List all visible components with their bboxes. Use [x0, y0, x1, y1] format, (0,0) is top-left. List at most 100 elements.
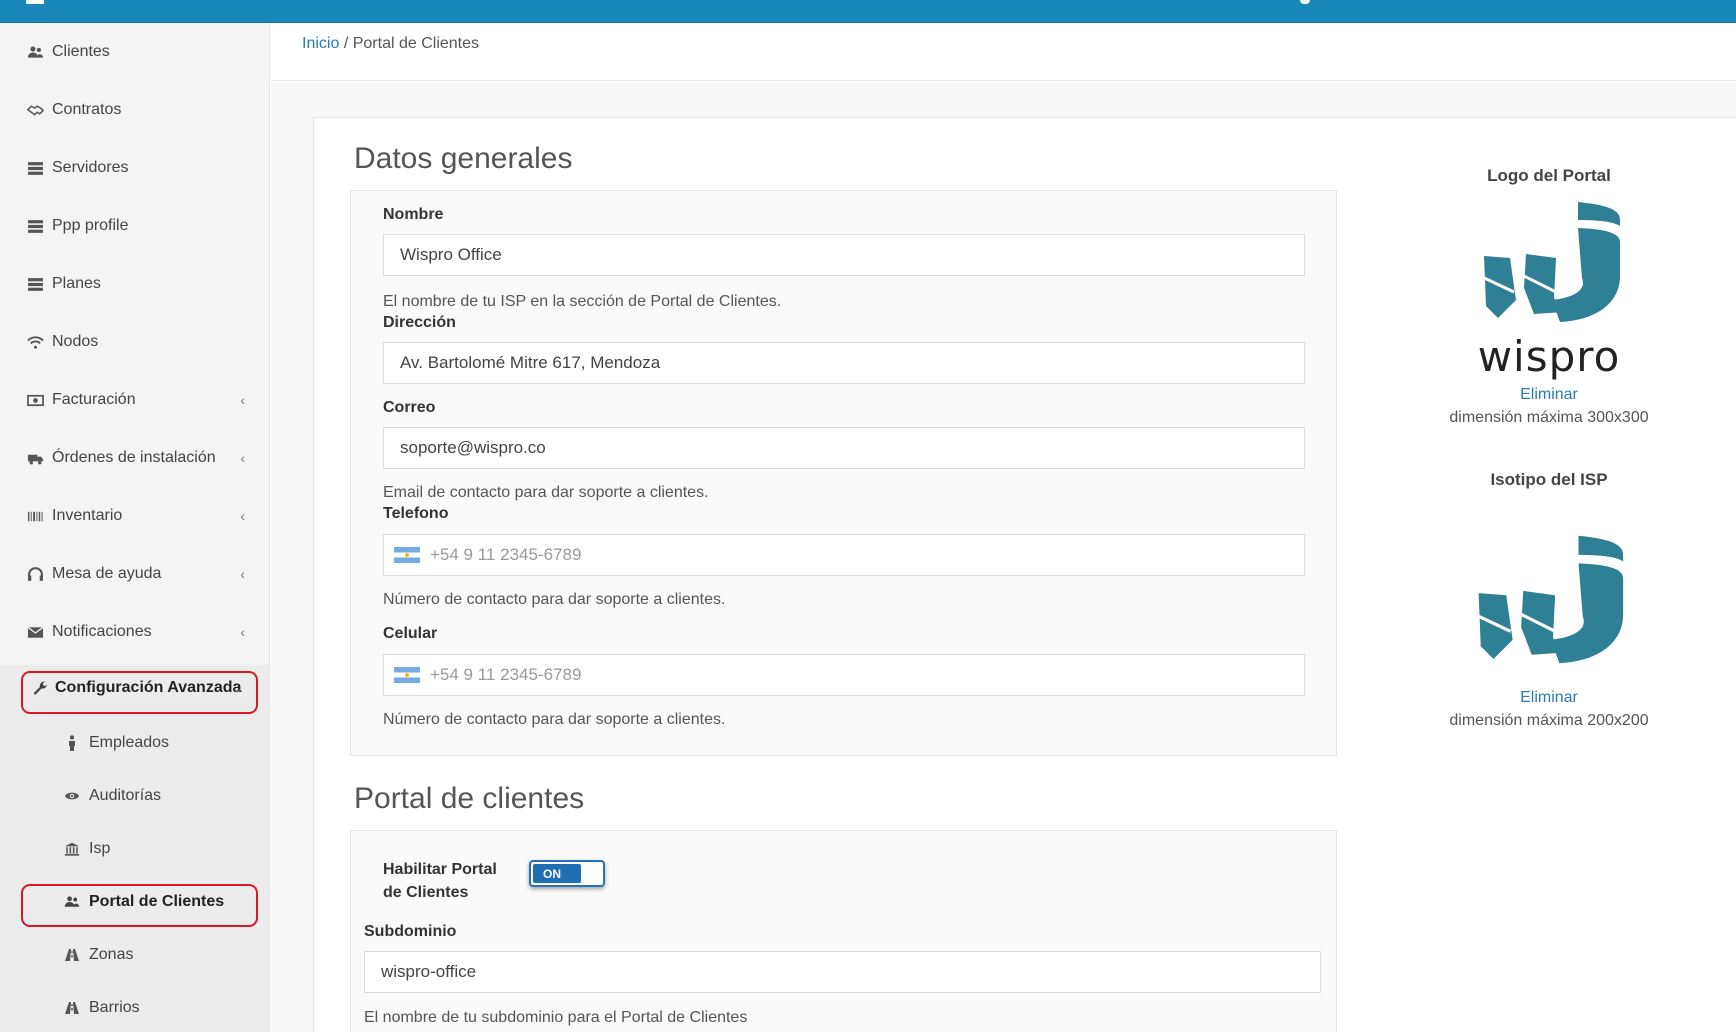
- sidebar-item-label: Nodos: [52, 333, 99, 350]
- eliminar-logo-portal-link[interactable]: Eliminar: [1429, 386, 1669, 404]
- eliminar-isotipo-link[interactable]: Eliminar: [1429, 689, 1669, 707]
- truck-icon: [25, 450, 45, 467]
- submenu-item-auditorias[interactable]: Auditorías: [0, 770, 269, 822]
- telefono-placeholder: +54 9 11 2345-6789: [430, 545, 582, 564]
- sidebar-item-label: Órdenes de instalación: [52, 449, 216, 466]
- subdominio-input[interactable]: wispro-office: [364, 951, 1321, 993]
- sidebar-item-configuracion-avanzada[interactable]: Configuración Avanzada ⌄: [0, 665, 269, 711]
- server-icon: [25, 218, 45, 235]
- habilitar-portal-label-line2: de Clientes: [383, 884, 469, 901]
- barcode-icon: [25, 508, 45, 525]
- telefono-help-text: Número de contacto para dar soporte a cl…: [383, 591, 726, 608]
- submenu-item-label: Barrios: [89, 999, 140, 1016]
- user-menu-icon[interactable]: [1300, 0, 1310, 4]
- nombre-label: Nombre: [383, 206, 444, 223]
- submenu-item-label: Zonas: [89, 946, 134, 963]
- server-icon: [25, 160, 45, 177]
- isp-isotipo-image: [1468, 528, 1638, 673]
- sidebar-item-servidores[interactable]: Servidores: [0, 139, 269, 197]
- wispro-logo-icon: [1479, 202, 1620, 322]
- celular-placeholder: +54 9 11 2345-6789: [430, 665, 582, 684]
- celular-help-text: Número de contacto para dar soporte a cl…: [383, 711, 726, 728]
- habilitar-portal-toggle[interactable]: ON: [529, 860, 605, 887]
- top-navbar: [0, 0, 1736, 23]
- direccion-label: Dirección: [383, 314, 456, 331]
- sidebar-item-planes[interactable]: Planes: [0, 255, 269, 313]
- settings-card: Datos generales Nombre Wispro Office El …: [313, 117, 1736, 1032]
- sidebar-item-mesa-de-ayuda[interactable]: Mesa de ayuda ‹: [0, 545, 269, 603]
- sidebar-item-inventario[interactable]: Inventario ‹: [0, 487, 269, 545]
- sidebar-item-notificaciones[interactable]: Notificaciones ‹: [0, 603, 269, 661]
- sidebar-item-label: Clientes: [52, 43, 110, 60]
- chevron-left-icon: ‹: [240, 508, 245, 524]
- correo-input[interactable]: soporte@wispro.co: [383, 427, 1305, 469]
- telefono-input[interactable]: +54 9 11 2345-6789: [383, 534, 1305, 576]
- direccion-input[interactable]: Av. Bartolomé Mitre 617, Mendoza: [383, 342, 1305, 384]
- portal-de-clientes-panel: Habilitar Portal de Clientes ON Subdomin…: [350, 830, 1337, 1032]
- sidebar-item-label: Notificaciones: [52, 623, 152, 640]
- sidebar-item-contratos[interactable]: Contratos: [0, 81, 269, 139]
- sidebar-item-label: Servidores: [52, 159, 129, 176]
- breadcrumb-home-link[interactable]: Inicio: [302, 35, 339, 52]
- sidebar-item-label: Facturación: [52, 391, 136, 408]
- sidebar-item-ordenes[interactable]: Órdenes de instalación ‹: [0, 429, 269, 487]
- sidebar-item-facturacion[interactable]: Facturación ‹: [0, 371, 269, 429]
- sidebar-item-label: Mesa de ayuda: [52, 565, 162, 582]
- sidebar-item-label: Planes: [52, 275, 101, 292]
- submenu-item-portal-de-clientes[interactable]: Portal de Clientes: [0, 876, 269, 928]
- nombre-input[interactable]: Wispro Office: [383, 234, 1305, 276]
- breadcrumb: Inicio / Portal de Clientes: [271, 23, 1736, 81]
- sidebar-item-label: Contratos: [52, 101, 122, 118]
- hamburger-icon[interactable]: [26, 0, 44, 4]
- celular-input[interactable]: +54 9 11 2345-6789: [383, 654, 1305, 696]
- envelope-icon: [25, 624, 45, 641]
- portal-logo-image: [1474, 198, 1634, 328]
- sidebar-item-clientes[interactable]: Clientes: [0, 23, 269, 81]
- users-icon: [63, 894, 81, 910]
- logo-portal-title: Logo del Portal: [1487, 166, 1611, 185]
- celular-label: Celular: [383, 625, 438, 642]
- correo-help-text: Email de contacto para dar soporte a cli…: [383, 484, 709, 501]
- submenu-item-isp[interactable]: Isp: [0, 823, 269, 875]
- chevron-left-icon: ‹: [240, 392, 245, 408]
- main-content: Inicio / Portal de Clientes Datos genera…: [271, 23, 1736, 1032]
- handshake-icon: [25, 102, 45, 119]
- sidebar-item-label: Inventario: [52, 507, 123, 524]
- sidebar-item-nodos[interactable]: Nodos: [0, 313, 269, 371]
- datos-generales-panel: Nombre Wispro Office El nombre de tu ISP…: [350, 190, 1337, 756]
- isotipo-isp-title: Isotipo del ISP: [1490, 470, 1608, 489]
- sidebar-item-ppp-profile[interactable]: Ppp profile: [0, 197, 269, 255]
- section-title-portal-de-clientes: Portal de clientes: [354, 782, 585, 815]
- submenu-item-label: Empleados: [89, 734, 170, 751]
- wrench-icon: [30, 680, 50, 697]
- money-icon: [25, 392, 45, 409]
- submenu-item-empleados[interactable]: Empleados: [0, 717, 269, 769]
- headset-icon: [25, 566, 45, 583]
- bank-icon: [63, 841, 81, 857]
- sidebar-item-label: Configuración Avanzada: [55, 679, 242, 696]
- submenu-item-label: Portal de Clientes: [89, 893, 225, 910]
- sidebar-item-label: Ppp profile: [52, 217, 129, 234]
- content-area: Datos generales Nombre Wispro Office El …: [271, 82, 1736, 1032]
- sidebar: Clientes Contratos Servidores Ppp profil…: [0, 23, 270, 1032]
- submenu-item-label: Auditorías: [89, 787, 162, 804]
- chevron-left-icon: ‹: [240, 566, 245, 582]
- breadcrumb-current: Portal de Clientes: [352, 35, 480, 52]
- portal-logo-wordmark: wispro: [1477, 332, 1621, 381]
- submenu-item-barrios[interactable]: Barrios: [0, 982, 269, 1032]
- submenu-item-zonas[interactable]: Zonas: [0, 929, 269, 981]
- server-icon: [25, 276, 45, 293]
- argentina-flag-icon[interactable]: [394, 547, 420, 563]
- chevron-left-icon: ‹: [240, 450, 245, 466]
- habilitar-portal-label-line1: Habilitar Portal: [383, 861, 497, 878]
- submenu-item-label: Isp: [89, 840, 111, 857]
- chevron-down-icon: ⌄: [231, 679, 243, 696]
- breadcrumb-separator: /: [343, 35, 349, 52]
- argentina-flag-icon[interactable]: [394, 667, 420, 683]
- telefono-label: Telefono: [383, 505, 449, 522]
- correo-label: Correo: [383, 399, 436, 416]
- isotipo-icon: [1473, 535, 1624, 664]
- eye-icon: [63, 788, 81, 804]
- isotipo-dimension-note: dimensión máxima 200x200: [1449, 712, 1649, 729]
- road-icon: [63, 1000, 81, 1016]
